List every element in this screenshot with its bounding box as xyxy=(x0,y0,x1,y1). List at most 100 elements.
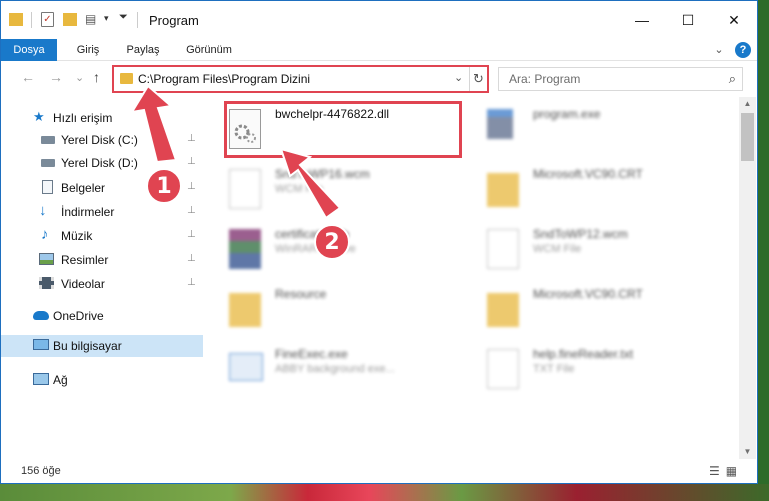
file-item-folder[interactable]: Microsoft.VC90.CRT xyxy=(463,161,701,213)
star-icon: ★ xyxy=(33,109,45,124)
sidebar-item-label: İndirmeler xyxy=(61,205,115,219)
sidebar-item-onedrive[interactable]: OneDrive xyxy=(1,305,203,327)
sidebar-item-label: Müzik xyxy=(61,229,93,243)
file-type: ABBY background exe... xyxy=(275,363,395,375)
vertical-scrollbar[interactable]: ▲ ▼ xyxy=(739,97,756,459)
drive-icon xyxy=(41,136,55,144)
close-button[interactable]: ✕ xyxy=(711,1,757,39)
file-item-wcm[interactable]: SndToWP16.wcm WCM File xyxy=(205,161,443,213)
scroll-down-icon[interactable]: ▼ xyxy=(739,445,756,459)
pin-icon[interactable]: ⊥ xyxy=(187,181,196,192)
sidebar-item-label: Bu bilgisayar xyxy=(53,339,122,353)
properties-icon[interactable]: ✓ xyxy=(41,12,54,27)
help-icon[interactable]: ? xyxy=(735,42,751,58)
file-type: WCM File xyxy=(275,183,324,195)
sidebar-item-label: OneDrive xyxy=(53,309,104,323)
file-item-wcm[interactable]: SndToWP12.wcm WCM File xyxy=(463,221,701,273)
window-title: Program xyxy=(149,13,199,28)
scroll-up-icon[interactable]: ▲ xyxy=(739,97,756,111)
folder-icon xyxy=(229,293,261,327)
file-name: program.exe xyxy=(533,107,601,121)
address-bar[interactable]: C:\Program Files\Program Dizini ⌄ ↻ xyxy=(112,65,489,93)
recent-locations-button[interactable]: ⌄ xyxy=(75,71,84,84)
sidebar-item-label: Resimler xyxy=(61,253,109,267)
video-icon xyxy=(39,277,54,289)
computer-icon xyxy=(33,339,49,350)
sidebar-item-label: Hızlı erişim xyxy=(53,111,113,125)
search-box[interactable]: Ara: Program ⌕ xyxy=(498,67,743,91)
sidebar-item-label: Videolar xyxy=(61,277,105,291)
pictures-icon xyxy=(39,253,54,265)
music-icon: ♪ xyxy=(41,226,49,243)
maximize-button[interactable]: ☐ xyxy=(665,1,711,39)
file-item-program-exe[interactable]: program.exe xyxy=(463,101,701,153)
tab-view[interactable]: Görünüm xyxy=(177,39,241,61)
file-explorer-window: ✓ ▤ ▾ ⏷ Program — ☐ ✕ Dosya Giriş Paylaş… xyxy=(0,0,758,484)
pin-icon[interactable]: ⊥ xyxy=(187,156,196,167)
address-dropdown-icon[interactable]: ⌄ xyxy=(454,71,463,84)
back-button[interactable]: ← xyxy=(21,69,35,85)
sidebar-item-label: Belgeler xyxy=(61,181,106,195)
sidebar-item-network[interactable]: Ağ xyxy=(1,369,203,391)
text-file-icon xyxy=(487,349,519,389)
sidebar-item-music[interactable]: ♪ Müzik ⊥ xyxy=(1,225,203,247)
sidebar-item-downloads[interactable]: ↓ İndirmeler ⊥ xyxy=(1,201,203,223)
file-name: Microsoft.VC90.CRT xyxy=(533,287,643,301)
exe-icon xyxy=(229,353,263,381)
view-mode-icons[interactable]: ☰▦ xyxy=(709,464,743,478)
file-icon xyxy=(487,229,519,269)
pin-icon[interactable]: ⊥ xyxy=(187,133,196,144)
file-name: Microsoft.VC90.CRT xyxy=(533,167,643,181)
minimize-button[interactable]: — xyxy=(619,1,665,39)
tab-share[interactable]: Paylaş xyxy=(117,39,169,61)
sidebar-item-quick-access[interactable]: ★ Hızlı erişim xyxy=(1,107,203,129)
download-icon: ↓ xyxy=(39,202,47,219)
target-file-highlight xyxy=(224,101,462,158)
file-item-folder[interactable]: Resource xyxy=(205,281,443,333)
address-path[interactable]: C:\Program Files\Program Dizini xyxy=(138,72,310,86)
sidebar-item-label: Yerel Disk (D:) xyxy=(61,156,138,170)
forward-button[interactable]: → xyxy=(49,69,63,85)
ribbon-tabs: Dosya Giriş Paylaş Görünüm ⌄ ? xyxy=(1,39,757,61)
new-folder-icon[interactable] xyxy=(63,13,77,26)
navigation-pane: ★ Hızlı erişim Yerel Disk (C:) ⊥ Yerel D… xyxy=(1,97,203,457)
file-name: Resource xyxy=(275,287,327,301)
folder-icon xyxy=(120,73,133,84)
file-type: TXT File xyxy=(533,363,575,375)
expand-ribbon-icon[interactable]: ⌄ xyxy=(711,39,727,61)
pin-icon[interactable]: ⊥ xyxy=(187,253,196,264)
file-name: SndToWP12.wcm xyxy=(533,227,628,241)
file-icon xyxy=(229,169,261,209)
pin-icon[interactable]: ⊥ xyxy=(187,205,196,216)
file-name: SndToWP16.wcm xyxy=(275,167,370,181)
pin-icon[interactable]: ⊥ xyxy=(187,229,196,240)
scroll-thumb[interactable] xyxy=(741,113,754,161)
file-item-txt[interactable]: help.fineReader.txt TXT File xyxy=(463,341,701,393)
sidebar-item-local-disk-c[interactable]: Yerel Disk (C:) ⊥ xyxy=(1,129,203,151)
chevron-down-icon[interactable]: ▾ xyxy=(104,13,109,29)
sidebar-item-this-pc[interactable]: Bu bilgisayar xyxy=(1,335,203,357)
folder-icon xyxy=(9,13,23,26)
file-item-exe[interactable]: FineExec.exe ABBY background exe... xyxy=(205,341,443,393)
search-icon[interactable]: ⌕ xyxy=(729,71,736,87)
file-type: WCM File xyxy=(533,243,582,255)
customize-toolbar-icon[interactable]: ⏷ xyxy=(119,11,128,27)
view-options-icon[interactable]: ▤ xyxy=(85,12,99,26)
drive-icon xyxy=(41,159,55,167)
tab-home[interactable]: Giriş xyxy=(65,39,111,61)
pin-icon[interactable]: ⊥ xyxy=(187,277,196,288)
archive-icon xyxy=(229,229,261,269)
desktop-wallpaper xyxy=(0,484,769,501)
separator xyxy=(137,12,138,28)
search-input[interactable]: Ara: Program xyxy=(509,72,580,86)
file-item-folder[interactable]: Microsoft.VC90.CRT xyxy=(463,281,701,333)
folder-icon xyxy=(487,173,519,207)
navigation-bar: ← → ⌄ ↑ C:\Program Files\Program Dizini … xyxy=(1,62,757,94)
folder-icon xyxy=(487,293,519,327)
up-button[interactable]: ↑ xyxy=(93,69,100,85)
sidebar-item-videos[interactable]: Videolar ⊥ xyxy=(1,273,203,295)
refresh-button[interactable]: ↻ xyxy=(469,67,487,91)
sidebar-item-pictures[interactable]: Resimler ⊥ xyxy=(1,249,203,271)
tab-file[interactable]: Dosya xyxy=(1,39,57,61)
separator xyxy=(31,12,32,28)
